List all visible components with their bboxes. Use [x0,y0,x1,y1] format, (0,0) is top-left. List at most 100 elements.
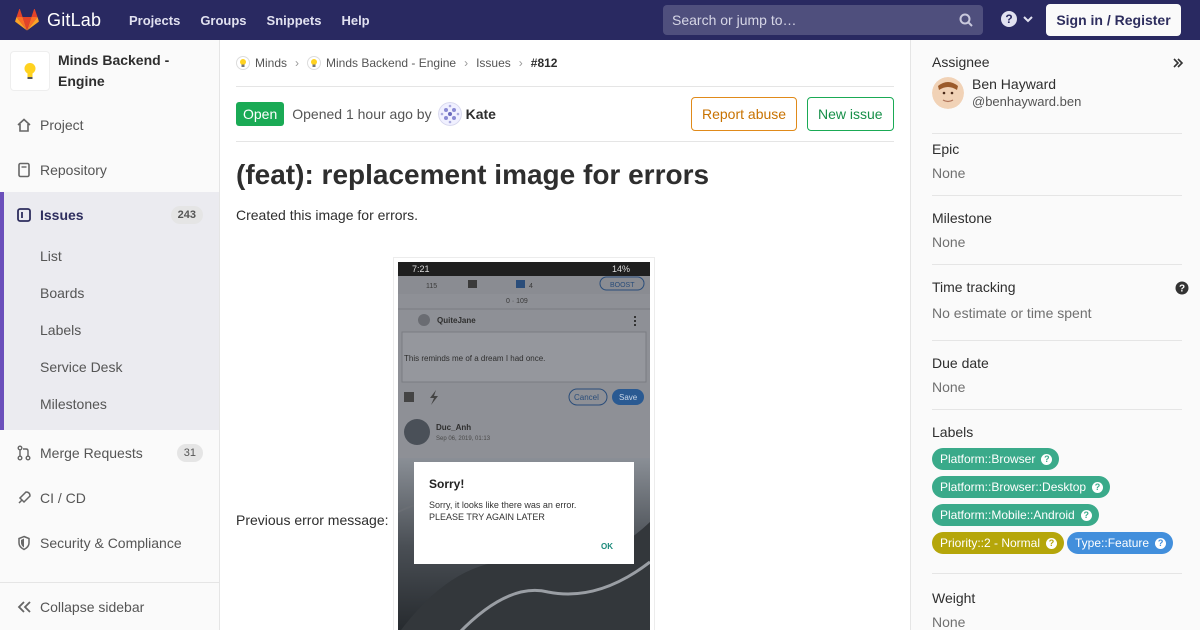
due-date-value: None [932,379,966,395]
likes-count: 115 [426,283,437,290]
label-pill[interactable]: Type::Feature? [1067,532,1174,554]
assignee-avatar [932,76,964,109]
sidebar-sub-labels[interactable]: Labels [4,311,219,348]
collapse-sidebar-button[interactable]: Collapse sidebar [0,582,219,630]
question-circle-icon: ? [1155,537,1167,549]
sidebar-sub-service-desk[interactable]: Service Desk [4,348,219,385]
author-avatar [437,102,462,126]
sidebar-item-repository[interactable]: Repository [0,147,219,192]
comments-count: 4 [529,283,533,290]
home-icon [16,117,32,133]
nav-help[interactable]: Help [341,13,369,28]
rocket-icon [16,490,32,506]
new-issue-button[interactable]: New issue [807,97,894,131]
boost-button-text: BOOST [610,282,635,289]
opened-label: Opened 1 hour ago by [292,106,432,122]
dialog-title: Sorry! [429,477,464,491]
time-tracking-value: No estimate or time spent [932,305,1092,321]
opened-text: Opened 1 hour ago by Kate [292,102,496,126]
sidebar-item-label: Issues [40,206,84,223]
gitlab-logo[interactable]: GitLab [15,9,115,31]
sidebar-item-security[interactable]: Security & Compliance [0,520,219,565]
sidebar-item-ci-cd[interactable]: CI / CD [0,475,219,520]
project-name: Minds Backend - Engine [58,52,170,89]
label-pill[interactable]: Priority::2 - Normal? [932,532,1065,554]
epic-block: Epic None [932,141,1182,196]
due-date-block: Due date None [932,355,1182,410]
sidebar-sub-milestones[interactable]: Milestones [4,385,219,422]
sidebar-item-label: Security & Compliance [40,534,182,551]
epic-title: Epic [932,141,960,157]
nav-groups[interactable]: Groups [200,13,246,28]
main-content: Minds › Minds Backend - Engine › Issues … [236,40,894,630]
assignee-block: Assignee Ben Hayward @benhayward.ben [932,54,1182,134]
collapse-sidebar-label: Collapse sidebar [40,598,145,615]
breadcrumb: Minds › Minds Backend - Engine › Issues … [236,40,894,87]
status-time: 7:21 [412,264,430,274]
breadcrumb-issues[interactable]: Issues [476,56,511,70]
sidebar-sub-list[interactable]: List [4,237,219,274]
sidebar-item-issues[interactable]: Issues 243 [4,192,219,237]
right-sidebar: Assignee Ben Hayward @benhayward.ben Epi… [910,40,1200,630]
nav-links: Projects Groups Snippets Help [129,13,390,28]
sidebar-item-label: Merge Requests [40,444,143,461]
time-tracking-block: Time tracking ? No estimate or time spen… [932,279,1189,341]
project-header[interactable]: Minds Backend - Engine [0,40,219,102]
issues-icon [16,207,32,223]
lightbulb-icon [236,56,250,70]
chevron-right-icon: › [295,56,300,70]
question-circle-icon: ? [1041,453,1053,465]
label-text: Priority::2 - Normal [940,536,1041,550]
label-text: Platform::Mobile::Android [940,508,1075,522]
doc-icon [16,162,32,178]
svg-text:?: ? [1005,12,1012,26]
sign-in-button[interactable]: Sign in / Register [1046,4,1181,36]
author-link[interactable]: Kate [437,102,496,126]
label-pill[interactable]: Platform::Browser::Desktop? [932,476,1111,498]
sidebar-item-label: Project [40,116,84,133]
breadcrumb-issue-number[interactable]: #812 [531,56,558,70]
comment-text: This reminds me of a dream I had once. [404,354,545,363]
breadcrumb-project[interactable]: Minds Backend - Engine [307,56,456,70]
breadcrumb-label: Minds Backend - Engine [326,56,457,70]
nav-projects[interactable]: Projects [129,13,180,28]
labels-list: Platform::Browser? Platform::Browser::De… [932,448,1192,560]
issue-header-bar: Open Opened 1 hour ago by Kate Report ab… [236,87,894,142]
labels-block: Labels Platform::Browser? Platform::Brow… [932,424,1182,574]
report-abuse-button[interactable]: Report abuse [691,97,798,131]
search-input[interactable] [663,12,943,28]
dialog-ok: OK [601,542,613,551]
breadcrumb-minds[interactable]: Minds [236,56,287,70]
nav-snippets[interactable]: Snippets [267,13,322,28]
question-circle-icon[interactable]: ? [1175,281,1189,295]
phone-screenshot-image: 7:21 14% 115 4 BOOST 0 · 109 QuiteJane T… [398,262,650,630]
epic-value: None [932,165,966,181]
sidebar-item-label: Repository [40,161,107,178]
assignee-handle: @benhayward.ben [972,94,1082,109]
sidebar-sub-boards[interactable]: Boards [4,274,219,311]
save-button-text: Save [619,393,638,402]
weight-title: Weight [932,590,976,606]
top-navbar: GitLab Projects Groups Snippets Help ? S… [0,0,1200,40]
due-date-title: Due date [932,355,989,371]
time-tracking-title: Time tracking [932,279,1016,295]
milestone-value: None [932,234,966,250]
assignee-link[interactable]: Ben Hayward @benhayward.ben [932,76,1182,109]
question-circle-icon: ? [1046,537,1058,549]
breadcrumb-label: Minds [255,56,288,70]
weight-value: None [932,614,966,630]
assignee-name: Ben Hayward [972,76,1057,92]
sidebar-item-merge-requests[interactable]: Merge Requests 31 [0,430,219,475]
label-pill[interactable]: Platform::Mobile::Android? [932,504,1099,526]
status-battery: 14% [612,264,630,274]
label-text: Platform::Browser [940,452,1036,466]
help-dropdown[interactable]: ? [1000,10,1034,28]
issues-count-badge: 243 [170,205,203,224]
error-screenshot[interactable]: 7:21 14% 115 4 BOOST 0 · 109 QuiteJane T… [393,257,655,630]
lightbulb-icon [307,56,322,70]
sidebar-item-label: CI / CD [40,489,86,506]
sidebar-item-project[interactable]: Project [0,102,219,147]
label-text: Type::Feature [1075,536,1150,550]
chevron-right-icon: › [518,56,523,70]
label-pill[interactable]: Platform::Browser? [932,448,1060,470]
